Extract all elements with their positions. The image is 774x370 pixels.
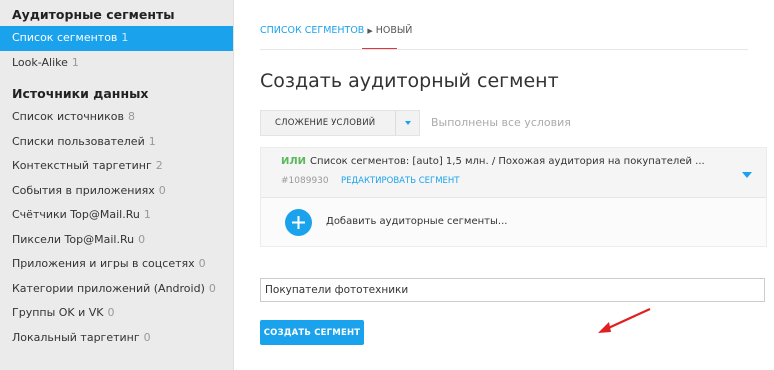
sidebar-item-label: Локальный таргетинг	[12, 330, 140, 344]
page-title: Создать аудиторный сегмент	[260, 70, 559, 92]
sidebar: Аудиторные сегменты Список сегментов 1 Lo…	[0, 0, 234, 370]
sidebar-item-pixels[interactable]: Пиксели Top@Mail.Ru 0	[0, 228, 233, 253]
sidebar-item-label: Счётчики Top@Mail.Ru	[12, 208, 140, 221]
sidebar-item-context-targeting[interactable]: Контекстный таргетинг 2	[0, 154, 233, 179]
segment-row: ИЛИ Список сегментов: [auto] 1,5 млн. / П…	[281, 156, 705, 167]
main-content: СПИСОК СЕГМЕНТОВ ▶ НОВЫЙ Создать аудиторны…	[234, 0, 774, 370]
sidebar-item-source-list[interactable]: Список источников 8	[0, 105, 233, 130]
sidebar-item-segment-list[interactable]: Список сегментов 1	[0, 26, 233, 51]
segment-description: Список сегментов: [auto] 1,5 млн. / Похо…	[310, 156, 705, 167]
breadcrumb: СПИСОК СЕГМЕНТОВ ▶ НОВЫЙ	[260, 24, 412, 38]
sidebar-item-label: Список источников	[12, 110, 124, 123]
sidebar-item-count: 1	[143, 208, 151, 221]
sidebar-item-count: 1	[121, 31, 129, 44]
sidebar-item-count: 2	[155, 159, 163, 172]
expand-triangle-icon[interactable]	[740, 165, 754, 178]
sidebar-item-label: Look-Alike	[12, 55, 68, 69]
segment-name-input[interactable]	[260, 278, 765, 302]
edit-segment-link[interactable]: РЕДАКТИРОВАТЬ СЕГМЕНТ	[341, 176, 460, 186]
sidebar-item-counters[interactable]: Счётчики Top@Mail.Ru 1	[0, 203, 233, 228]
sidebar-item-count: 0	[208, 281, 216, 295]
sidebar-item-count: 0	[158, 183, 166, 197]
create-segment-button[interactable]: СОЗДАТЬ СЕГМЕНТ	[260, 320, 364, 345]
sidebar-section-data-sources: Источники данных	[12, 86, 149, 101]
sidebar-item-user-lists[interactable]: Списки пользователей 1	[0, 130, 233, 155]
sidebar-item-ok-vk-groups[interactable]: Группы OK и VK 0	[0, 301, 233, 326]
sidebar-item-count: 0	[138, 232, 146, 246]
sidebar-item-app-categories[interactable]: Категории приложений (Android) 0	[0, 277, 233, 302]
sidebar-item-local-targeting[interactable]: Локальный таргетинг 0	[0, 326, 233, 351]
condition-select[interactable]: СЛОЖЕНИЕ УСЛОВИЙ	[260, 110, 420, 136]
segment-condition-box: ИЛИ Список сегментов: [auto] 1,5 млн. / П…	[260, 147, 767, 247]
condition-hint: Выполнены все условия	[431, 116, 571, 129]
plus-icon	[292, 216, 305, 229]
breadcrumb-current: НОВЫЙ	[375, 25, 413, 36]
add-segments-row: Добавить аудиторные сегменты...	[261, 198, 766, 246]
sidebar-item-label: Пиксели Top@Mail.Ru	[12, 232, 135, 246]
or-operator: ИЛИ	[281, 156, 307, 167]
sidebar-item-label: Категории приложений (Android)	[12, 281, 205, 295]
sidebar-item-count: 1	[71, 55, 79, 69]
sidebar-item-label: Группы OK и VK	[12, 306, 104, 319]
sidebar-item-label: Список сегментов	[12, 31, 118, 44]
sidebar-item-app-events[interactable]: События в приложениях 0	[0, 179, 233, 204]
chevron-right-icon: ▶	[367, 27, 373, 35]
add-segments-label[interactable]: Добавить аудиторные сегменты...	[326, 216, 507, 227]
breadcrumb-link-segment-list[interactable]: СПИСОК СЕГМЕНТОВ	[260, 25, 364, 36]
sidebar-item-count: 0	[198, 257, 206, 270]
sidebar-item-label: События в приложениях	[12, 183, 155, 197]
sidebar-item-count: 8	[127, 110, 135, 123]
chevron-down-icon[interactable]	[395, 111, 419, 135]
header-divider	[260, 49, 748, 50]
red-arrow-annotation	[598, 307, 651, 333]
add-segment-button[interactable]	[285, 209, 312, 236]
sidebar-item-label: Списки пользователей	[12, 134, 145, 148]
sidebar-section-audience-segments: Аудиторные сегменты	[12, 7, 175, 22]
sidebar-item-label: Приложения и игры в соцсетях	[12, 257, 195, 270]
sidebar-item-social-apps[interactable]: Приложения и игры в соцсетях 0	[0, 252, 233, 277]
condition-select-value: СЛОЖЕНИЕ УСЛОВИЙ	[275, 118, 376, 128]
sidebar-item-count: 0	[143, 330, 151, 344]
sidebar-item-count: 1	[148, 134, 156, 148]
sidebar-item-look-alike[interactable]: Look-Alike 1	[0, 51, 233, 76]
segment-id: #1089930	[281, 176, 329, 186]
sidebar-item-label: Контекстный таргетинг	[12, 159, 152, 172]
sidebar-item-count: 0	[107, 306, 115, 319]
